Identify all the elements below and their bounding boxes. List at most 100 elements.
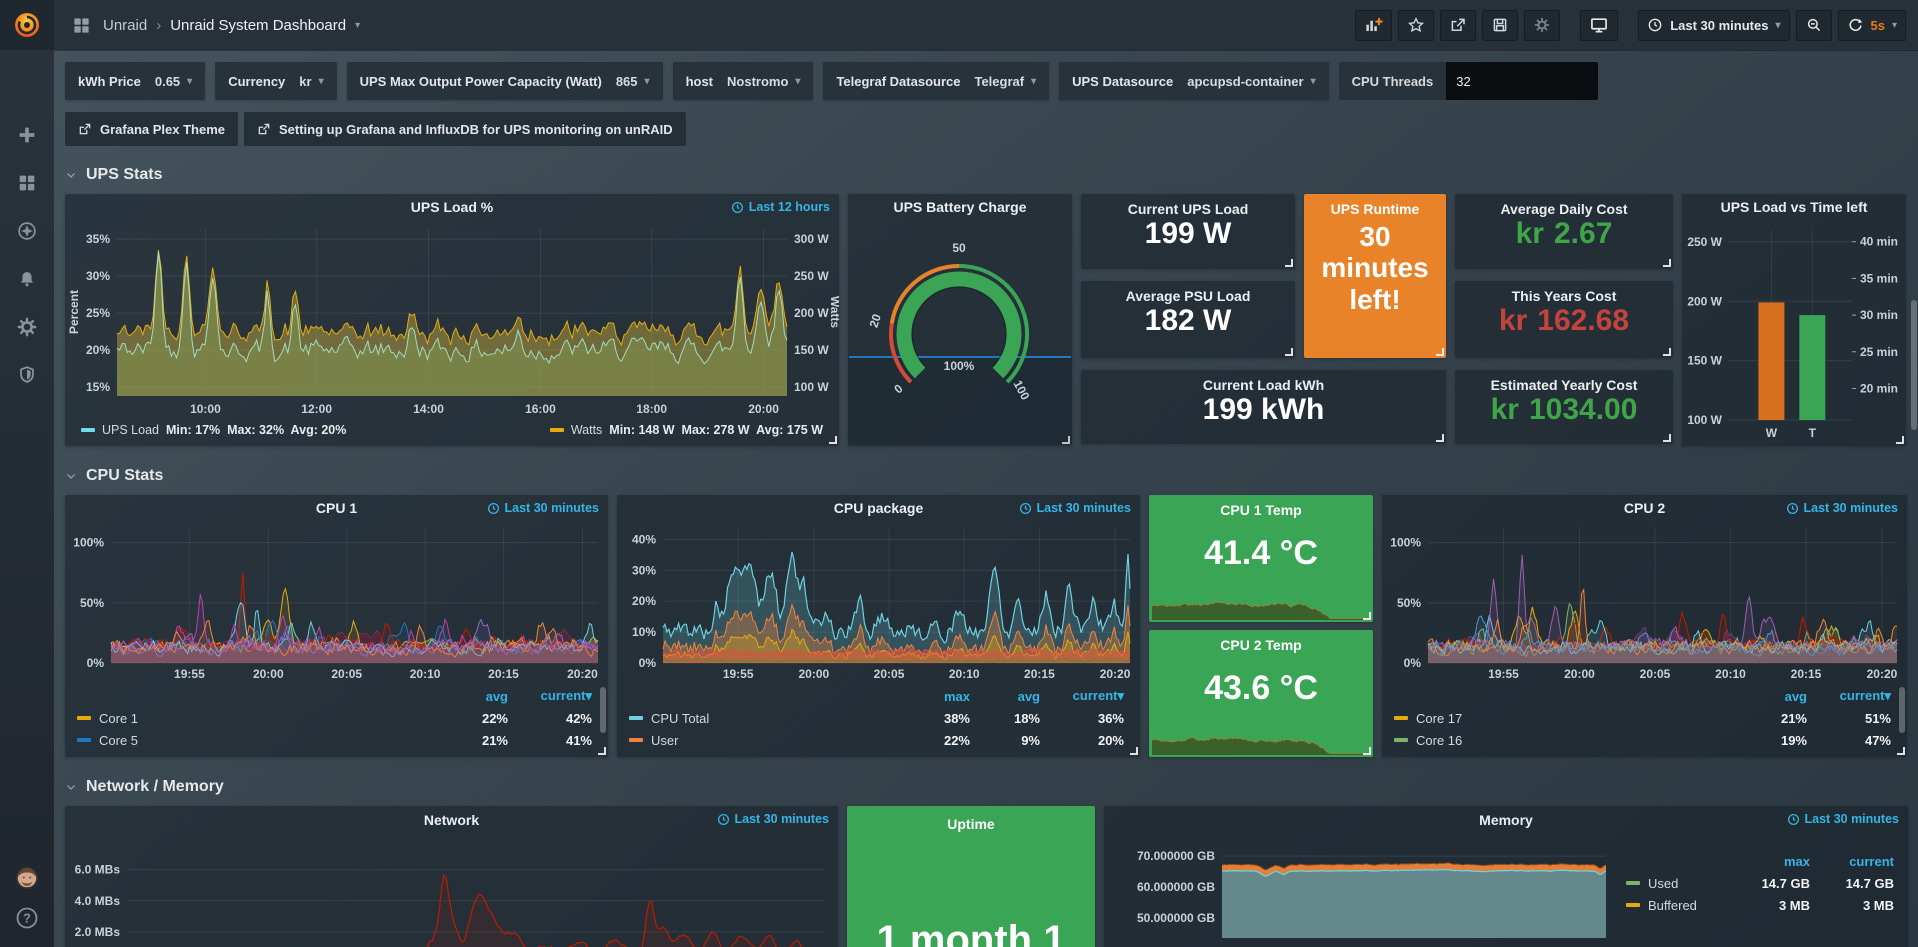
dashboards-grid-icon[interactable]: [68, 12, 94, 38]
legend-series-name[interactable]: Used: [1648, 876, 1678, 891]
legend-header-sorted[interactable]: current▾: [1807, 688, 1891, 704]
sidebar-explore-icon[interactable]: [14, 218, 40, 244]
panel-resize-handle[interactable]: [1285, 259, 1293, 267]
help-icon[interactable]: ?: [14, 905, 40, 931]
legend-series-name[interactable]: Core 5: [99, 733, 138, 748]
legend-header[interactable]: avg: [970, 689, 1040, 704]
panel-title[interactable]: CPU 2 Temp: [1149, 630, 1373, 653]
panel-title[interactable]: Average PSU Load: [1081, 281, 1295, 304]
share-button[interactable]: [1440, 10, 1476, 41]
panel-title[interactable]: UPS Load vs Time left: [1682, 194, 1906, 220]
add-panel-button[interactable]: [1355, 10, 1392, 41]
panel-title[interactable]: Uptime: [847, 806, 1095, 834]
panel-time-range[interactable]: Last 30 minutes: [487, 501, 599, 515]
sidebar-configuration-icon[interactable]: [14, 314, 40, 340]
legend-scrollbar[interactable]: [600, 687, 606, 733]
panel-title[interactable]: UPS Battery Charge: [848, 194, 1072, 220]
variable-value[interactable]: apcupsd-container▾: [1187, 74, 1315, 89]
panel-title[interactable]: Current UPS Load: [1081, 194, 1295, 217]
sidebar-admin-shield-icon[interactable]: [14, 362, 40, 388]
panel-time-range[interactable]: Last 30 minutes: [717, 812, 829, 826]
panel-resize-handle[interactable]: [1663, 259, 1671, 267]
sidebar-dashboards-icon[interactable]: [14, 170, 40, 196]
panel-title[interactable]: Estimated Yearly Cost: [1455, 370, 1673, 393]
legend-header-sorted[interactable]: current▾: [1040, 688, 1124, 704]
dashboard-settings-button[interactable]: [1524, 10, 1560, 41]
section-header-network-memory[interactable]: Network / Memory: [65, 773, 1908, 801]
panel-time-range[interactable]: Last 30 minutes: [1019, 501, 1131, 515]
legend-series-name[interactable]: UPS Load: [102, 423, 159, 437]
panel-resize-handle[interactable]: [1285, 348, 1293, 356]
legend-header[interactable]: avg: [438, 689, 508, 704]
legend-series-name[interactable]: Core 16: [1416, 733, 1462, 748]
link-ups-monitoring-guide[interactable]: Setting up Grafana and InfluxDB for UPS …: [244, 112, 686, 146]
legend-series-name[interactable]: CPU Total: [651, 711, 709, 726]
ups-load-chart[interactable]: 10:0012:0014:0016:0018:0020:0035%300 W30…: [65, 220, 839, 418]
variable-value[interactable]: Telegraf▾: [974, 74, 1036, 89]
legend-series-name[interactable]: Core 17: [1416, 711, 1462, 726]
panel-resize-handle[interactable]: [1363, 747, 1371, 755]
variable-ups-datasource[interactable]: UPS Datasource apcupsd-container▾: [1059, 62, 1328, 100]
panel-resize-handle[interactable]: [1363, 612, 1371, 620]
variable-value[interactable]: kr▾: [299, 74, 323, 89]
variable-currency[interactable]: Currency kr▾: [215, 62, 336, 100]
sidebar-alerting-icon[interactable]: [14, 266, 40, 292]
chevron-down-icon[interactable]: ▾: [355, 20, 360, 31]
legend-scrollbar[interactable]: [1899, 687, 1905, 733]
panel-resize-handle[interactable]: [1436, 348, 1444, 356]
legend-header[interactable]: max: [1740, 854, 1810, 869]
variable-kwh-price[interactable]: kWh Price 0.65▾: [65, 62, 205, 100]
legend-header-sorted[interactable]: current▾: [508, 688, 592, 704]
star-button[interactable]: [1398, 10, 1434, 41]
panel-resize-handle[interactable]: [1663, 348, 1671, 356]
sidebar-create-icon[interactable]: [14, 122, 40, 148]
panel-title[interactable]: Current Load kWh: [1081, 370, 1446, 393]
legend-series-name[interactable]: Buffered: [1648, 898, 1697, 913]
breadcrumb-section[interactable]: Unraid: [103, 17, 147, 34]
panel-time-range[interactable]: Last 12 hours: [731, 200, 830, 214]
panel-title[interactable]: Average Daily Cost: [1455, 194, 1673, 217]
variable-value[interactable]: 0.65▾: [155, 74, 192, 89]
grafana-logo[interactable]: [0, 0, 54, 50]
panel-resize-handle[interactable]: [1897, 747, 1905, 755]
panel-title[interactable]: CPU 1 Temp: [1149, 495, 1373, 518]
variable-value[interactable]: 865▾: [616, 74, 650, 89]
link-grafana-plex-theme[interactable]: Grafana Plex Theme: [65, 112, 238, 146]
zoom-out-button[interactable]: [1796, 10, 1832, 41]
save-button[interactable]: [1482, 10, 1518, 41]
cpu-threads-input[interactable]: [1446, 62, 1598, 100]
time-range-picker[interactable]: Last 30 minutes ▾: [1638, 10, 1789, 41]
cpu1-chart[interactable]: 19:5520:0020:0520:1020:1520:20100%50%0%: [65, 521, 608, 683]
breadcrumb-title[interactable]: Unraid System Dashboard: [170, 17, 346, 34]
panel-resize-handle[interactable]: [1130, 747, 1138, 755]
panel-resize-handle[interactable]: [1896, 436, 1904, 444]
legend-header[interactable]: current: [1810, 854, 1894, 869]
page-scrollbar[interactable]: [1911, 300, 1917, 430]
network-chart[interactable]: 6.0 MBs4.0 MBs2.0 MBs: [65, 834, 838, 947]
memory-chart[interactable]: 70.000000 GB60.000000 GB50.000000 GB: [1104, 838, 1614, 940]
panel-title[interactable]: UPS Runtime: [1304, 194, 1446, 217]
panel-time-range[interactable]: Last 30 minutes: [1786, 501, 1898, 515]
cpu2-chart[interactable]: 19:5520:0020:0520:1020:1520:20100%50%0%: [1382, 521, 1907, 683]
tv-cycle-button[interactable]: [1580, 10, 1618, 41]
panel-title[interactable]: This Years Cost: [1455, 281, 1673, 304]
panel-time-range[interactable]: Last 30 minutes: [1787, 812, 1899, 826]
variable-telegraf-datasource[interactable]: Telegraf Datasource Telegraf▾: [823, 62, 1049, 100]
panel-resize-handle[interactable]: [598, 747, 606, 755]
section-header-ups-stats[interactable]: UPS Stats: [65, 161, 1908, 189]
ups-load-vs-time-chart[interactable]: 250 W200 W150 W100 W40 min35 min30 min25…: [1682, 220, 1906, 444]
panel-resize-handle[interactable]: [1663, 434, 1671, 442]
variable-ups-max-output[interactable]: UPS Max Output Power Capacity (Watt) 865…: [347, 62, 663, 100]
variable-host[interactable]: host Nostromo▾: [673, 62, 814, 100]
user-avatar[interactable]: [14, 865, 40, 891]
legend-header[interactable]: avg: [1737, 689, 1807, 704]
variable-value[interactable]: Nostromo▾: [727, 74, 800, 89]
panel-resize-handle[interactable]: [829, 436, 837, 444]
refresh-button[interactable]: 5s ▾: [1838, 10, 1907, 41]
panel-title[interactable]: UPS Load %: [65, 194, 839, 220]
legend-series-name[interactable]: User: [651, 733, 678, 748]
section-header-cpu-stats[interactable]: CPU Stats: [65, 462, 1908, 490]
legend-series-name[interactable]: Core 1: [99, 711, 138, 726]
legend-header[interactable]: max: [900, 689, 970, 704]
legend-series-name[interactable]: Watts: [571, 423, 602, 437]
